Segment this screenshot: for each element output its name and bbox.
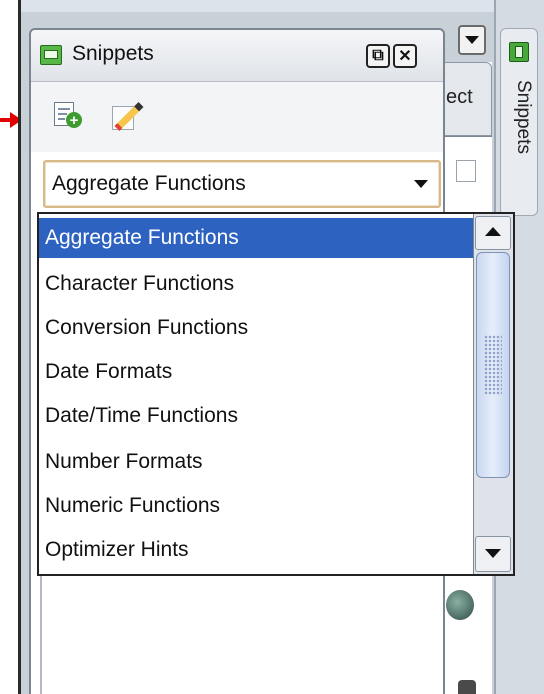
dropdown-option-conversion-functions[interactable]: Conversion Functions xyxy=(39,308,473,348)
restore-button[interactable]: ⧉ xyxy=(366,44,390,68)
chevron-down-icon xyxy=(465,36,479,44)
ide-left-border xyxy=(18,0,21,694)
dropdown-option-character-functions[interactable]: Character Functions xyxy=(39,264,473,304)
panel-inner-border xyxy=(40,576,42,694)
editor-checkbox[interactable] xyxy=(456,160,476,182)
doc-line xyxy=(58,118,65,120)
dropdown-option-date-formats[interactable]: Date Formats xyxy=(39,352,473,392)
grip-icon xyxy=(484,335,502,395)
panel-toolbar xyxy=(31,82,443,152)
snippets-content-area xyxy=(31,576,443,694)
dropdown-option-optimizer-hints[interactable]: Optimizer Hints xyxy=(39,530,473,570)
editor-bottom-handle xyxy=(458,680,476,694)
snippets-side-tab-label: Snippets xyxy=(513,80,534,154)
panel-title: Snippets xyxy=(72,42,154,65)
close-icon: ✕ xyxy=(398,48,412,65)
dropdown-option-date-time-functions[interactable]: Date/Time Functions xyxy=(39,396,473,436)
category-select-value: Aggregate Functions xyxy=(52,172,246,195)
chevron-up-icon xyxy=(485,227,501,236)
dropdown-option-aggregate-functions[interactable]: Aggregate Functions xyxy=(39,218,473,258)
editor-status-icon xyxy=(446,590,474,620)
plus-icon: + xyxy=(66,112,82,128)
dropdown-option-number-formats[interactable]: Number Formats xyxy=(39,442,473,482)
restore-icon: ⧉ xyxy=(372,47,384,64)
doc-line xyxy=(58,113,67,115)
ide-top-strip xyxy=(21,0,544,12)
chevron-down-icon[interactable] xyxy=(414,180,428,188)
snippets-panel-icon-detail xyxy=(44,50,58,59)
editor-separator xyxy=(440,136,492,137)
dropdown-option-numeric-functions[interactable]: Numeric Functions xyxy=(39,486,473,526)
doc-line xyxy=(58,108,70,110)
chevron-down-icon xyxy=(485,549,501,558)
snippets-icon-detail xyxy=(515,46,523,58)
editor-tab-label: ect xyxy=(446,86,473,108)
close-button[interactable]: ✕ xyxy=(393,44,417,68)
